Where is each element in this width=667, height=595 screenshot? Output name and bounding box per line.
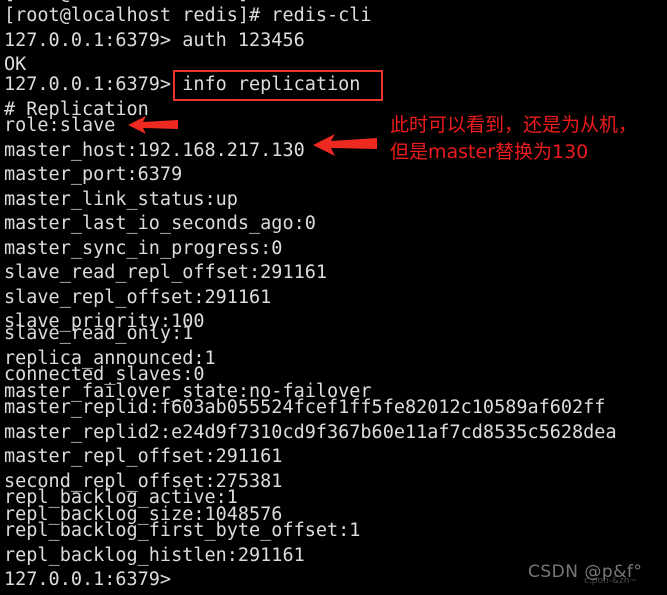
terminal-line: master_repl_offset:291161 <box>4 446 283 467</box>
terminal-line: 127.0.0.1:6379> <box>4 569 172 590</box>
terminal-line: master_host:192.168.217.130 <box>4 139 305 161</box>
terminal-line: 127.0.0.1:6379> info replication <box>4 74 361 95</box>
terminal-window: [root@localhost redis]# [root@localhost … <box>0 0 667 595</box>
terminal-line: master_link_status:up <box>4 188 238 210</box>
terminal-line: master_replid:f603ab055524fcef1ff5fe8201… <box>4 397 606 418</box>
annotation-note-line-1: 此时可以看到，还是为从机， <box>390 114 638 136</box>
terminal-line: repl_backlog_histlen:291161 <box>4 544 305 566</box>
terminal-line: master_last_io_seconds_ago:0 <box>4 213 316 234</box>
terminal-line: 127.0.0.1:6379> auth 123456 <box>4 29 305 51</box>
csdn-watermark-subtext: c.pon-&zh~ <box>584 576 637 586</box>
terminal-line: slave_repl_offset:291161 <box>4 286 272 308</box>
annotation-note-line-2: 但是master替换为130 <box>390 141 589 163</box>
terminal-line: slave_read_only:1 <box>4 323 194 344</box>
terminal-line: [root@localhost redis]# redis-cli <box>4 5 372 26</box>
terminal-line: repl_backlog_first_byte_offset:1 <box>4 520 361 541</box>
terminal-line: master_replid2:e24d9f7310cd9f367b60e11af… <box>4 421 617 443</box>
terminal-line: master_sync_in_progress:0 <box>4 237 283 259</box>
terminal-line: master_port:6379 <box>4 164 183 185</box>
arrow-to-master-host-icon <box>313 134 377 156</box>
terminal-line: role:slave <box>4 115 116 136</box>
terminal-line: slave_read_repl_offset:291161 <box>4 262 328 283</box>
